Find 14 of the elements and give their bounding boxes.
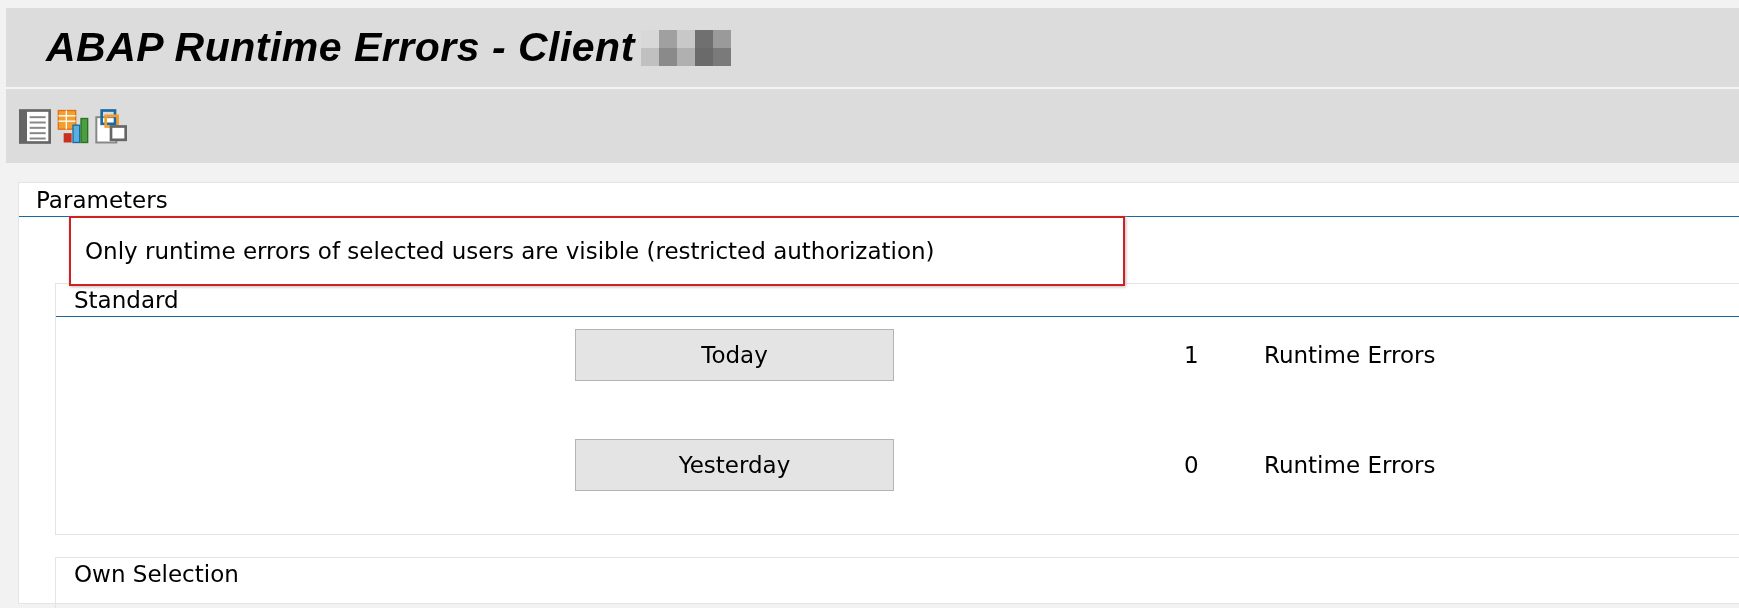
period-button[interactable]: Today	[575, 329, 894, 381]
group-title: Standard	[74, 287, 179, 313]
period-button[interactable]: Yesterday	[575, 439, 894, 491]
notice-text: Only runtime errors of selected users are visible (restricted authorization)	[85, 238, 935, 264]
count-label: Runtime Errors	[1264, 342, 1436, 368]
list-icon[interactable]	[19, 108, 51, 144]
group-title: Own Selection	[74, 561, 239, 587]
section-title: Parameters	[36, 187, 168, 213]
windows-icon[interactable]	[95, 108, 127, 144]
error-count: 0	[1184, 452, 1200, 478]
count-label: Runtime Errors	[1264, 452, 1436, 478]
error-count: 1	[1184, 342, 1200, 368]
window-title: ABAP Runtime Errors - Client	[46, 24, 635, 71]
table-chart-icon[interactable]	[57, 108, 89, 144]
